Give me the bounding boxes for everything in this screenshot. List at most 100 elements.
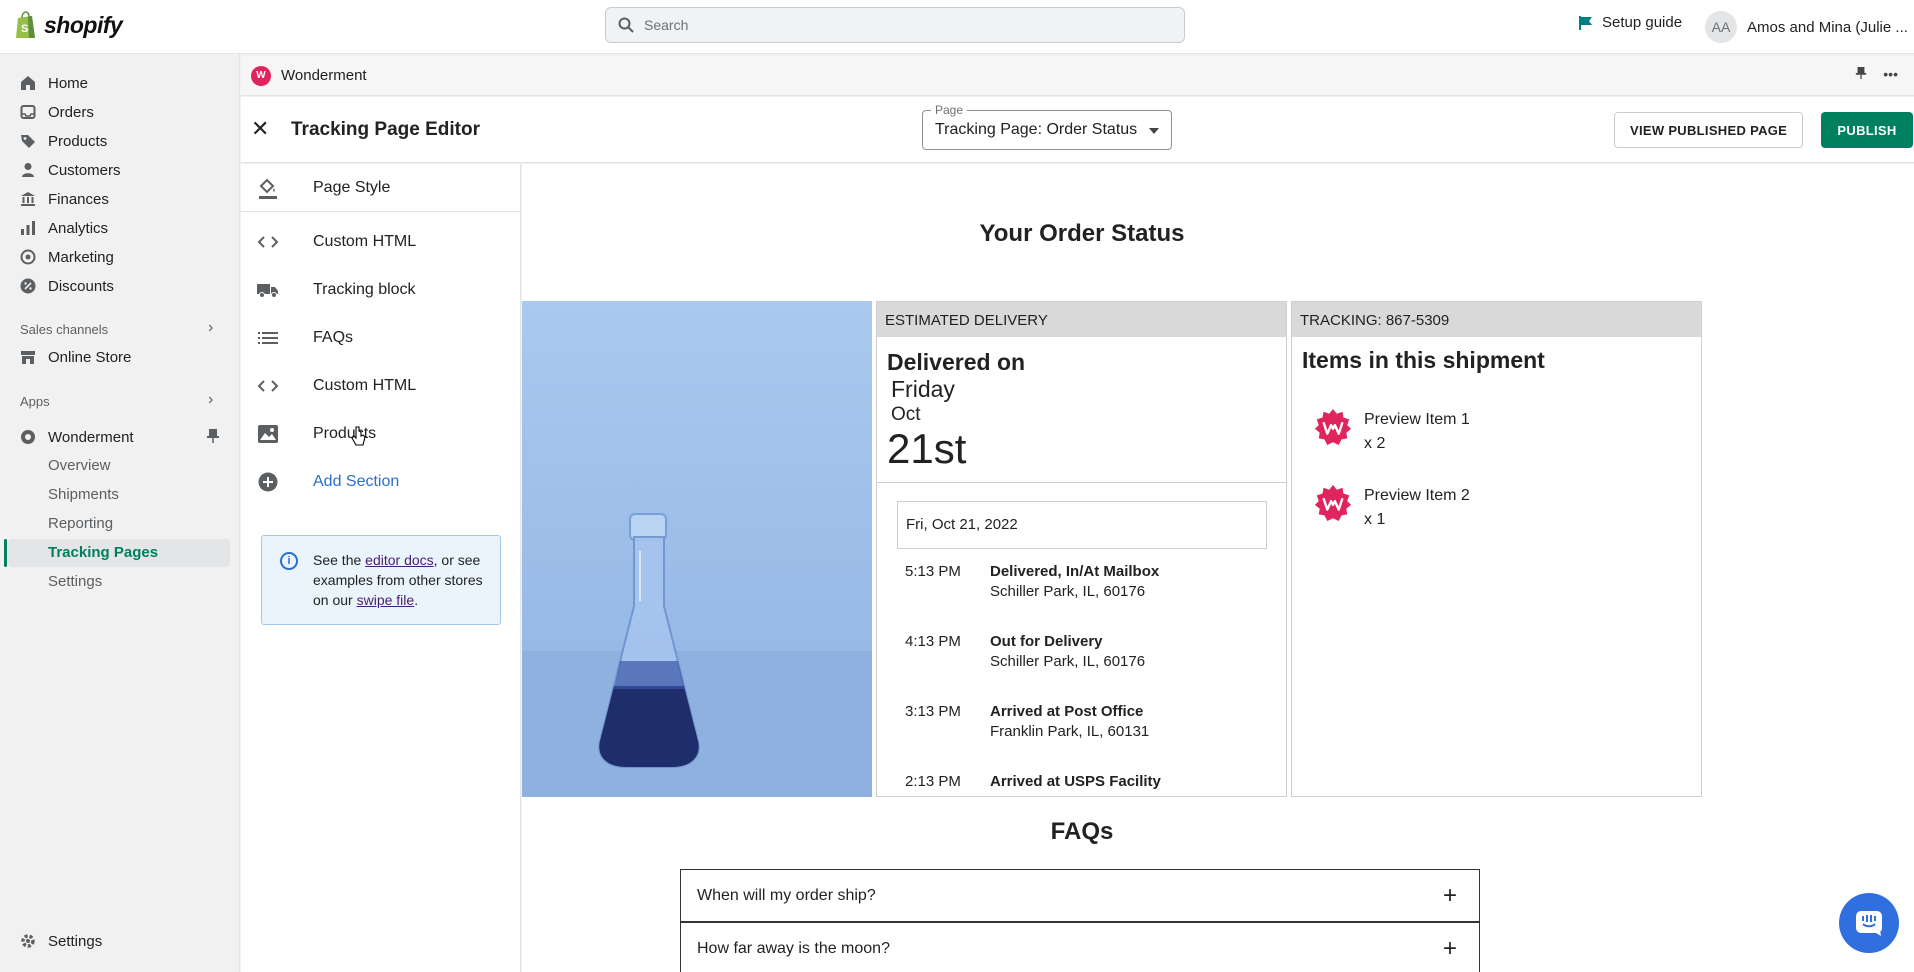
pin-icon[interactable] — [206, 428, 220, 449]
tag-icon — [20, 133, 36, 149]
divider — [877, 482, 1286, 483]
discount-icon — [20, 278, 36, 294]
page-select[interactable]: Page Tracking Page: Order Status — [922, 103, 1172, 150]
sidebar-item-products[interactable]: Products — [20, 128, 107, 154]
plus-icon[interactable]: + — [1443, 882, 1457, 910]
store-icon — [20, 349, 36, 365]
page-title: Tracking Page Editor — [291, 119, 480, 140]
sidebar-subitem-reporting[interactable]: Reporting — [48, 515, 113, 532]
sidebar-item-discounts[interactable]: Discounts — [20, 273, 114, 299]
truck-icon — [257, 279, 279, 301]
setup-guide-label: Setup guide — [1602, 14, 1683, 31]
wonderment-badge-icon — [1314, 408, 1352, 446]
event-time: 3:13 PM — [905, 703, 961, 720]
date-box: Fri, Oct 21, 2022 — [897, 501, 1267, 549]
chevron-right-icon[interactable]: › — [208, 391, 213, 409]
faq-item[interactable]: When will my order ship? + — [680, 869, 1480, 922]
section-page-style[interactable]: Page Style — [241, 164, 521, 212]
avatar: AA — [1705, 11, 1737, 43]
app-bar: W Wonderment ••• — [241, 56, 1914, 96]
faq-question: How far away is the moon? — [697, 940, 890, 957]
item-quantity: x 1 — [1364, 511, 1386, 528]
shopify-bag-icon: S — [16, 11, 35, 38]
code-icon — [257, 375, 279, 397]
chat-icon — [1856, 911, 1882, 936]
bank-icon — [20, 191, 36, 207]
section-label: Custom HTML — [313, 233, 417, 250]
card-header: ESTIMATED DELIVERY — [877, 302, 1286, 337]
item-quantity: x 2 — [1364, 435, 1386, 452]
publish-button[interactable]: PUBLISH — [1821, 112, 1913, 148]
section-products[interactable]: Products — [241, 410, 521, 458]
sidebar-item-online-store[interactable]: Online Store — [20, 344, 131, 370]
delivery-month: Oct — [891, 404, 921, 425]
event-status: Arrived at Post Office — [990, 703, 1144, 720]
sidebar-item-label: Home — [48, 74, 89, 92]
close-icon[interactable]: ✕ — [251, 116, 269, 142]
section-tracking-block[interactable]: Tracking block — [241, 266, 521, 314]
flask-image — [522, 513, 872, 797]
event-time: 2:13 PM — [905, 773, 961, 790]
sidebar-item-home[interactable]: Home — [20, 70, 88, 96]
sidebar-item-label: Orders — [48, 103, 94, 121]
user-name: Amos and Mina (Julie ... — [1747, 18, 1908, 36]
chat-launcher-button[interactable] — [1839, 893, 1899, 953]
sections-panel: Page Style Custom HTML Tracking block FA… — [241, 164, 521, 972]
section-custom-html[interactable]: Custom HTML — [241, 362, 521, 410]
faq-question: When will my order ship? — [697, 887, 876, 904]
shopify-logo[interactable]: S shopify — [14, 10, 123, 40]
section-label: Tracking block — [313, 281, 416, 298]
chevron-right-icon[interactable]: › — [208, 319, 213, 337]
gear-icon — [20, 933, 36, 949]
plus-icon[interactable]: + — [1443, 935, 1457, 963]
sidebar-subitem-shipments[interactable]: Shipments — [48, 486, 119, 503]
page-preview: Your Order Status ESTIMATED DELIVERY Del… — [522, 164, 1914, 972]
person-icon — [20, 162, 36, 178]
faq-item[interactable]: How far away is the moon? + — [680, 922, 1480, 972]
sidebar-item-customers[interactable]: Customers — [20, 157, 121, 183]
product-photo — [522, 301, 872, 797]
event-status: Delivered, In/At Mailbox — [990, 563, 1160, 580]
orders-icon — [20, 104, 36, 120]
info-text: See the — [313, 552, 366, 568]
sidebar-item-label: Customers — [48, 161, 121, 179]
search-icon — [618, 17, 634, 33]
sidebar-subitem-overview[interactable]: Overview — [48, 457, 111, 474]
sidebar-item-analytics[interactable]: Analytics — [20, 215, 108, 241]
delivery-day: Friday — [891, 376, 955, 402]
sidebar-item-label: Analytics — [48, 219, 109, 237]
sidebar-item-marketing[interactable]: Marketing — [20, 244, 114, 270]
section-label: Custom HTML — [313, 377, 417, 394]
section-custom-html[interactable]: Custom HTML — [241, 218, 521, 266]
sidebar-item-wonderment[interactable]: Wonderment — [20, 424, 134, 450]
more-options-icon[interactable]: ••• — [1883, 66, 1898, 83]
sidebar-item-finances[interactable]: Finances — [20, 186, 109, 212]
sidebar-item-settings[interactable]: Settings — [20, 928, 102, 954]
add-section-button[interactable]: Add Section — [241, 458, 521, 506]
apps-heading: Apps — [20, 394, 50, 409]
flag-icon — [1579, 15, 1592, 30]
info-text: . — [414, 592, 419, 608]
event-time: 4:13 PM — [905, 633, 961, 650]
user-menu[interactable]: AA Amos and Mina (Julie ... — [1705, 11, 1908, 43]
view-published-page-button[interactable]: VIEW PUBLISHED PAGE — [1614, 112, 1804, 148]
order-status-title: Your Order Status — [979, 220, 1185, 247]
sidebar-subitem-settings[interactable]: Settings — [48, 573, 102, 590]
list-icon — [257, 327, 279, 349]
section-faqs[interactable]: FAQs — [241, 314, 521, 362]
event-location: Schiller Park, IL, 60176 — [990, 653, 1146, 670]
sidebar-subitem-tracking-pages[interactable]: Tracking Pages — [48, 544, 158, 561]
event-status: Out for Delivery — [990, 633, 1103, 650]
pin-icon[interactable] — [1855, 66, 1867, 83]
search-input[interactable] — [644, 17, 1144, 33]
search-bar[interactable] — [605, 7, 1185, 43]
editor-docs-link[interactable]: editor docs — [365, 552, 433, 568]
sidebar-item-label: Finances — [48, 190, 109, 208]
setup-guide-button[interactable]: Setup guide — [1578, 14, 1682, 31]
swipe-file-link[interactable]: swipe file — [357, 592, 415, 608]
plus-circle-icon — [257, 471, 279, 493]
sidebar-item-orders[interactable]: Orders — [20, 99, 94, 125]
sidebar-item-label: Online Store — [48, 348, 132, 366]
sidebar-item-label: Settings — [48, 932, 103, 950]
section-label: FAQs — [313, 329, 354, 346]
